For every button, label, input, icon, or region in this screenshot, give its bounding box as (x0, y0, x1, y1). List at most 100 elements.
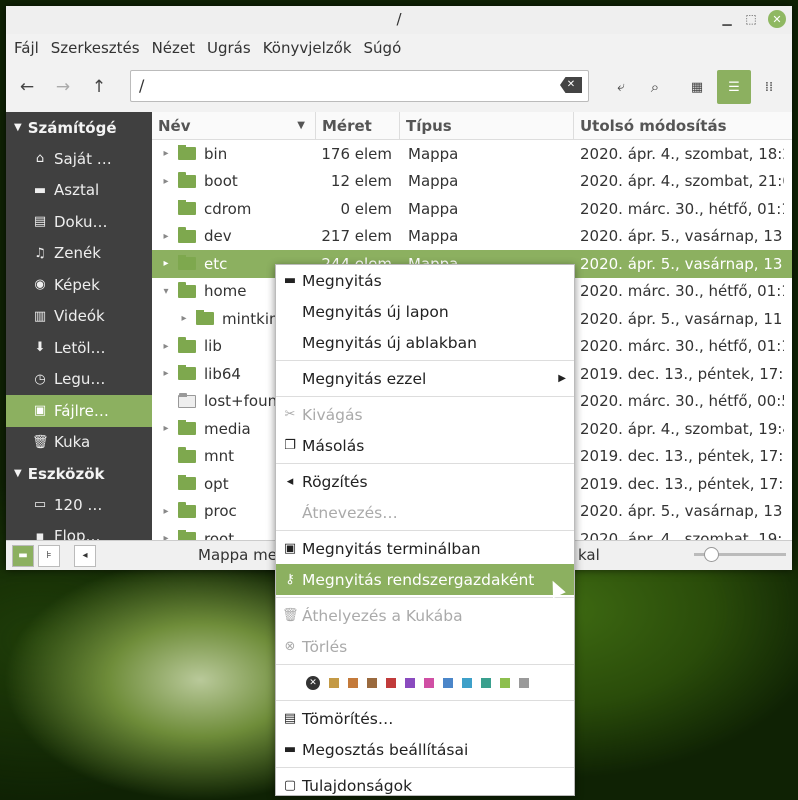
expander-icon[interactable]: ▸ (158, 506, 174, 517)
color-swatch[interactable] (462, 677, 472, 688)
menu-item[interactable]: ❐ Másolás (276, 430, 574, 461)
expander-icon[interactable]: ▸ (158, 341, 174, 352)
column-name-header[interactable]: Név ▼ (152, 112, 316, 139)
zoom-slider[interactable] (694, 547, 786, 562)
sidebar-item[interactable]: ◷ Legu… (6, 364, 152, 396)
sidebar-item-label: Letöl… (54, 338, 106, 357)
color-swatch[interactable] (443, 677, 453, 688)
sidebar-item[interactable]: ⬇ Letöl… (6, 332, 152, 364)
file-modified: 2019. dec. 13., péntek, 17: (580, 474, 784, 493)
forward-arrow-icon[interactable]: → (46, 70, 80, 104)
menu-item[interactable]: ▢ Tulajdonságok (276, 770, 574, 800)
expander-icon[interactable]: ▸ (158, 533, 174, 540)
icon-view-icon[interactable]: ▦ (680, 70, 714, 104)
menu-go[interactable]: Ugrás (201, 39, 257, 57)
menu-item[interactable]: Megnyitás új ablakban (276, 327, 574, 358)
column-size-header[interactable]: Méret (316, 112, 400, 139)
sidebar-item-label: Kuka (54, 433, 91, 452)
back-arrow-icon[interactable]: ← (10, 70, 44, 104)
tree-sidebar-icon[interactable]: ⊧ (38, 544, 60, 567)
sidebar-item[interactable]: ▭ 120 … (6, 489, 152, 521)
titlebar[interactable]: / ▁ ⬚ ✕ (6, 6, 792, 34)
chevron-right-icon: ▶ (558, 373, 566, 384)
expander-icon[interactable]: ▸ (158, 423, 174, 434)
menu-item[interactable]: ⚷ Megnyitás rendszergazdaként (276, 564, 574, 595)
close-button[interactable]: ✕ (768, 10, 786, 28)
location-input[interactable]: / ✕ (130, 70, 589, 102)
menu-file[interactable]: Fájl (8, 39, 45, 57)
sidebar-item[interactable]: ◉ Képek (6, 269, 152, 301)
sidebar-item[interactable]: ▪ Flop… (6, 521, 152, 540)
compact-view-icon[interactable]: ⁞⁞ (752, 70, 786, 104)
up-arrow-icon[interactable]: ↑ (82, 70, 116, 104)
sidebar-item[interactable]: ▬ Asztal (6, 175, 152, 207)
sidebar-item[interactable]: ▣ Fájlre… (6, 395, 152, 427)
location-text: / (139, 76, 145, 95)
menu-item[interactable]: Megnyitás új lapon (276, 296, 574, 327)
column-modified-header[interactable]: Utolsó módosítás (574, 112, 792, 139)
expander-icon[interactable]: ▾ (158, 286, 174, 297)
file-modified: 2019. dec. 13., péntek, 17: (580, 364, 784, 383)
menu-item[interactable]: Megnyitás ezzel ▶ (276, 363, 574, 394)
color-swatch[interactable] (386, 677, 396, 688)
color-swatch[interactable] (367, 677, 377, 688)
sidebar-item[interactable]: ♫ Zenék (6, 238, 152, 270)
expander-icon[interactable]: ▸ (158, 258, 174, 269)
column-type-header[interactable]: Típus (400, 112, 574, 139)
toggle-location-icon[interactable]: ⤶ (604, 70, 638, 104)
color-swatch[interactable] (424, 677, 434, 688)
expander-icon[interactable]: ▸ (158, 148, 174, 159)
sidebar: ▼ Számítógé ⌂ Saját … ▬ Asztal ▤ Doku… ♫ Zenék ◉ Ké… (6, 112, 152, 540)
clear-color-icon[interactable]: ✕ (306, 675, 320, 690)
clear-input-icon[interactable]: ✕ (560, 77, 582, 93)
file-row[interactable]: ▸ boot 12 elem Mappa 2020. ápr. 4., szombat,… (152, 168, 792, 196)
file-row[interactable]: ▸ bin 176 elem Mappa 2020. ápr. 4., szombat,… (152, 140, 792, 168)
sidebar-item[interactable]: ⌂ Saját … (6, 143, 152, 175)
menu-item[interactable]: ▬ Megnyitás (276, 265, 574, 296)
minimize-button[interactable]: ▁ (718, 10, 736, 28)
sidebar-section-header[interactable]: ▼ Számítógé (6, 112, 152, 143)
expander-icon[interactable]: ▸ (158, 368, 174, 379)
menu-item[interactable]: ◂ Rögzítés (276, 466, 574, 497)
sidebar-section-header[interactable]: ▼ Eszközök (6, 458, 152, 489)
color-swatch[interactable] (500, 677, 510, 688)
menu-item[interactable]: ▤ Tömörítés… (276, 703, 574, 734)
color-swatch[interactable] (481, 677, 491, 688)
menu-help[interactable]: Súgó (358, 39, 408, 57)
expander-icon[interactable]: ▸ (158, 231, 174, 242)
menu-item[interactable]: ▬ Megosztás beállításai (276, 734, 574, 765)
menu-view[interactable]: Nézet (146, 39, 201, 57)
list-view-icon[interactable]: ☰ (717, 70, 751, 104)
file-row[interactable]: cdrom 0 elem Mappa 2020. márc. 30., hétfő, … (152, 195, 792, 223)
menu-edit[interactable]: Szerkesztés (45, 39, 146, 57)
column-modified-label: Utolsó módosítás (580, 116, 727, 135)
menu-item[interactable]: 🗑 Áthelyezés a Kukába (276, 600, 574, 631)
file-row[interactable]: ▸ dev 217 elem Mappa 2020. ápr. 5., vasárnap… (152, 223, 792, 251)
sidebar-item[interactable]: ▤ Doku… (6, 206, 152, 238)
file-name: etc (204, 254, 228, 273)
search-icon[interactable]: ⌕ (638, 70, 672, 104)
folder-icon (178, 227, 196, 243)
color-swatch[interactable] (348, 677, 358, 688)
hide-sidebar-icon[interactable]: ◂ (74, 544, 96, 567)
menu-item[interactable]: ✂ Kivágás (276, 399, 574, 430)
menu-bookmarks[interactable]: Könyvjelzők (257, 39, 358, 57)
file-name: mnt (204, 447, 234, 466)
color-swatch[interactable] (405, 677, 415, 688)
expander-icon[interactable]: ▸ (158, 176, 174, 187)
menu-item[interactable]: Átnevezés… (276, 497, 574, 528)
expander-icon[interactable]: ▸ (176, 313, 192, 324)
maximize-button[interactable]: ⬚ (742, 10, 760, 28)
menu-separator (276, 360, 574, 361)
color-swatch[interactable] (519, 677, 529, 688)
color-swatch[interactable] (329, 677, 339, 688)
folder-icon (178, 337, 196, 353)
menu-item[interactable]: ⊗ Törlés (276, 631, 574, 662)
menu-item[interactable]: ▣ Megnyitás terminálban (276, 533, 574, 564)
zoom-slider-knob[interactable] (704, 547, 719, 562)
column-type-label: Típus (406, 116, 452, 135)
file-name: dev (204, 227, 232, 246)
sidebar-item[interactable]: ▥ Videók (6, 301, 152, 333)
sidebar-item[interactable]: 🗑 Kuka (6, 427, 152, 459)
places-sidebar-icon[interactable]: ▬ (12, 544, 34, 567)
